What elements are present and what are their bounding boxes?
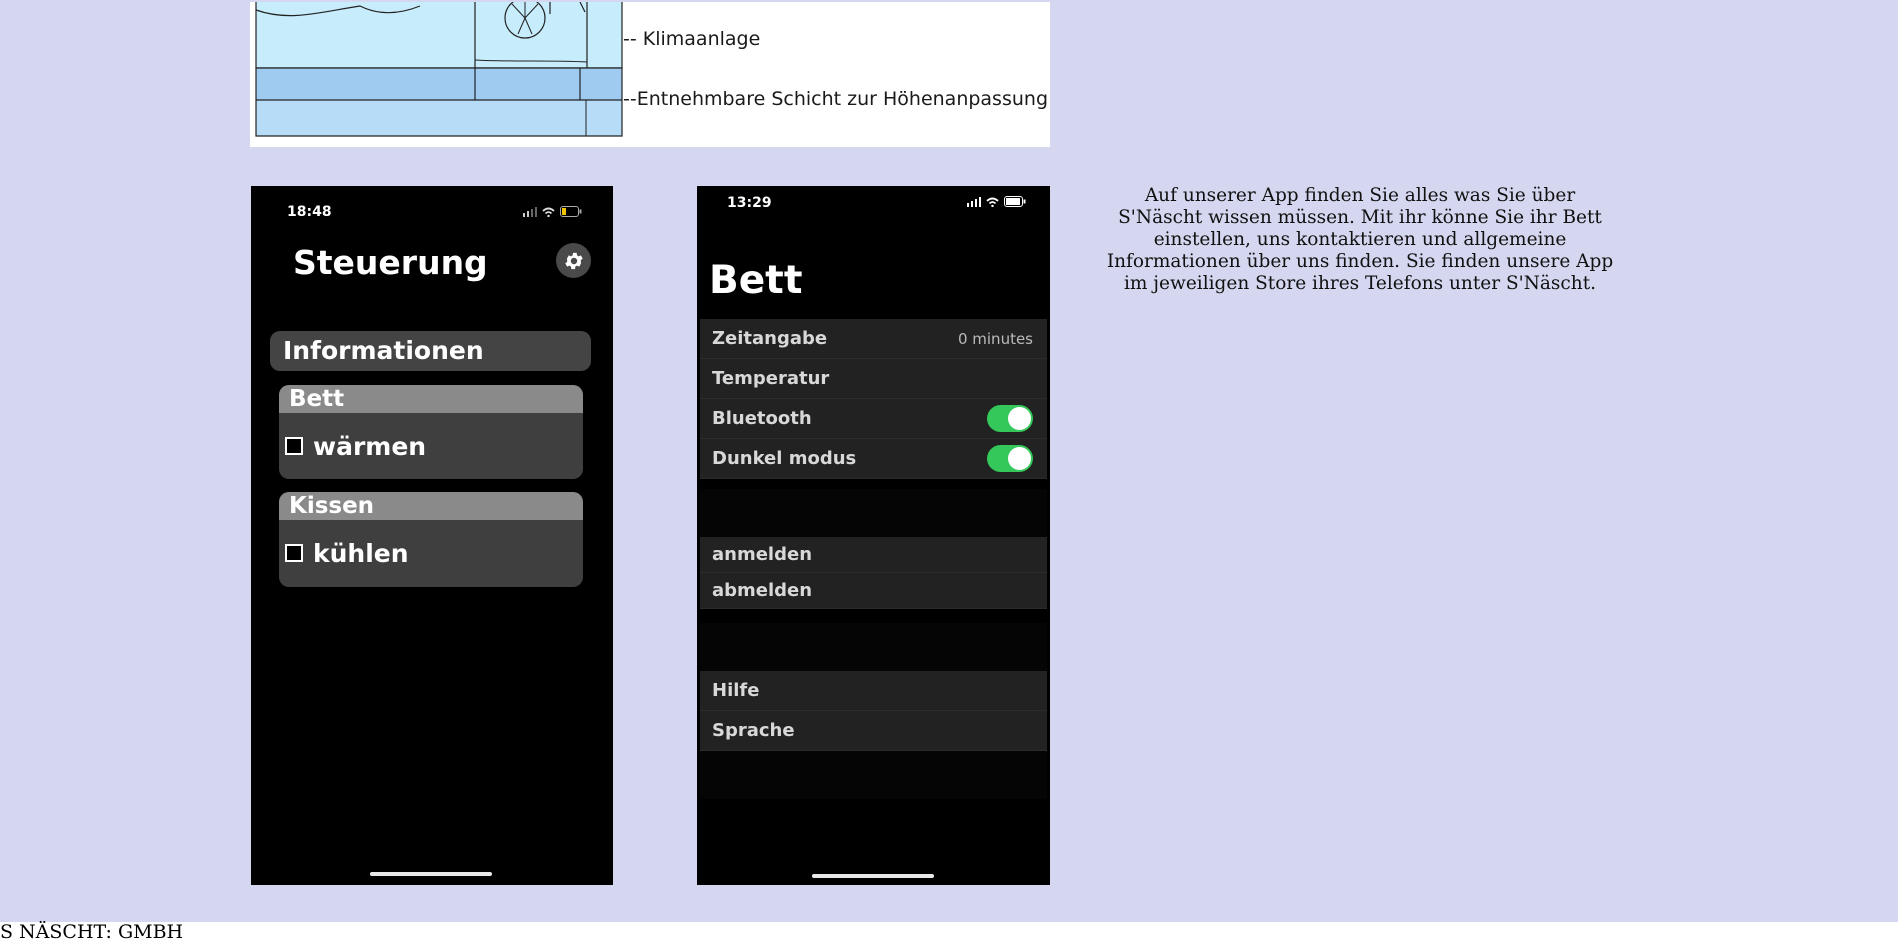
bed-card: Bett wärmen	[279, 385, 583, 479]
warm-label: wärmen	[313, 431, 427, 461]
logout-label: abmelden	[712, 580, 813, 601]
help-row[interactable]: Hilfe	[700, 671, 1047, 711]
time-row[interactable]: Zeitangabe 0 minutes	[700, 319, 1047, 359]
time-value: 0 minutes	[957, 329, 1033, 348]
gear-icon	[564, 252, 583, 269]
wifi-icon	[986, 197, 999, 207]
app-description: Auf unserer App finden Sie alles was Sie…	[1106, 185, 1614, 294]
logout-row[interactable]: abmelden	[700, 573, 1047, 609]
cool-checkbox[interactable]	[285, 544, 303, 562]
section-spacer	[700, 623, 1047, 671]
support-group: Hilfe Sprache	[700, 671, 1047, 751]
temperature-label: Temperatur	[712, 368, 830, 389]
status-time: 13:29	[727, 195, 772, 211]
home-indicator[interactable]	[812, 874, 934, 878]
pillow-card: Kissen kühlen	[279, 492, 583, 587]
bluetooth-toggle[interactable]	[987, 405, 1033, 432]
phone-control-screenshot: 18:48 Steuerung Informationen Bett wärme…	[251, 186, 613, 885]
login-row[interactable]: anmelden	[700, 537, 1047, 573]
settings-button[interactable]	[556, 243, 591, 278]
help-label: Hilfe	[712, 680, 760, 701]
status-icons	[967, 196, 1026, 207]
language-row[interactable]: Sprache	[700, 711, 1047, 751]
page-title: Bett	[709, 258, 803, 303]
bed-illustration: -- Klimaanlage --Entnehmbare Schicht zur…	[250, 2, 1050, 147]
signal-icon	[523, 206, 537, 217]
dark-mode-row: Dunkel modus	[700, 439, 1047, 479]
cool-option[interactable]: kühlen	[279, 520, 583, 586]
account-group: anmelden abmelden	[700, 537, 1047, 609]
language-label: Sprache	[712, 720, 795, 741]
status-time: 18:48	[287, 204, 332, 220]
signal-icon	[967, 196, 981, 207]
bluetooth-label: Bluetooth	[712, 408, 812, 429]
status-icons	[523, 206, 582, 217]
battery-icon	[560, 206, 582, 217]
section-spacer	[700, 751, 1047, 799]
pillow-card-title: Kissen	[279, 492, 583, 520]
warm-option[interactable]: wärmen	[279, 413, 583, 479]
settings-group: Zeitangabe 0 minutes Temperatur Bluetoot…	[700, 319, 1047, 479]
page-title: Steuerung	[293, 243, 488, 282]
dark-mode-toggle[interactable]	[987, 445, 1033, 472]
login-label: anmelden	[712, 544, 813, 565]
label-removable-layer: --Entnehmbare Schicht zur Höhenanpassung	[623, 88, 1049, 110]
bed-drawing	[255, 2, 623, 137]
battery-icon	[1004, 196, 1026, 207]
dark-mode-label: Dunkel modus	[712, 448, 857, 469]
bed-card-title: Bett	[279, 385, 583, 413]
temperature-row[interactable]: Temperatur	[700, 359, 1047, 399]
cool-label: kühlen	[313, 538, 409, 568]
information-button[interactable]: Informationen	[270, 331, 591, 371]
home-indicator[interactable]	[370, 872, 492, 876]
phone-settings-screenshot: 13:29 Bett Zeitangabe 0 minutes Temperat…	[697, 186, 1050, 885]
label-air-conditioner: -- Klimaanlage	[623, 28, 761, 50]
section-spacer	[700, 489, 1047, 537]
warm-checkbox[interactable]	[285, 437, 303, 455]
time-label: Zeitangabe	[712, 328, 828, 349]
bluetooth-row: Bluetooth	[700, 399, 1047, 439]
wifi-icon	[542, 207, 555, 217]
